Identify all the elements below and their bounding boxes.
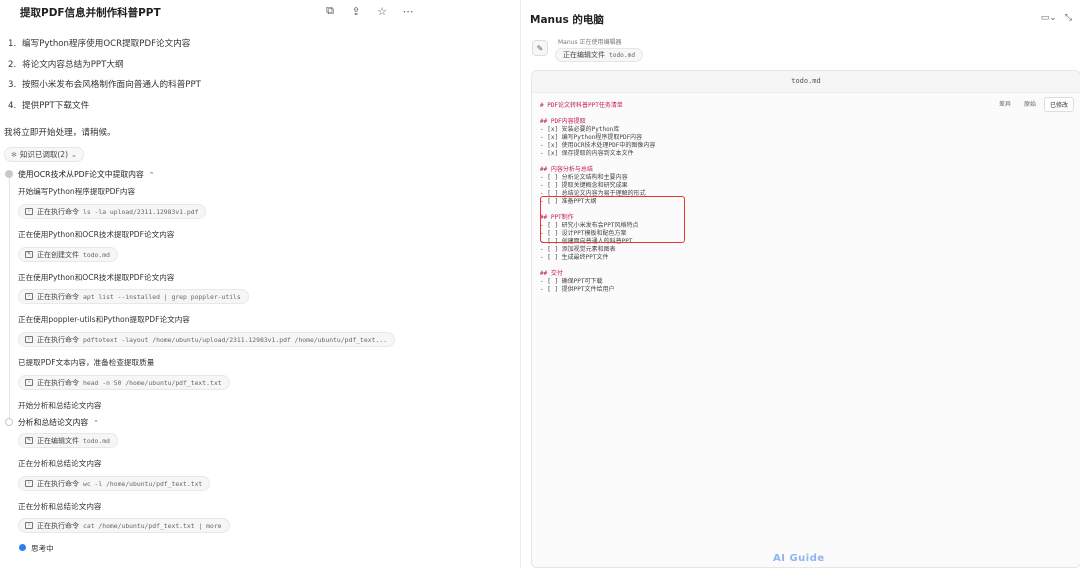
step-done-icon (5, 170, 13, 178)
plan-step: 4. 提供PPT下载文件 (8, 100, 90, 111)
agent-status: Manus 正在使用编辑器 (558, 39, 622, 46)
section-header-extract[interactable]: 使用OCR技术从PDF论文中提取内容 ⌃ (18, 169, 155, 180)
share-icon[interactable]: ⇪ (349, 4, 363, 18)
editor-filename: todo.md (532, 71, 1080, 93)
command-chip[interactable]: › 正在执行命令 apt list --installed | grep poppl… (18, 289, 249, 304)
log-text: 正在分析和总结论文内容 (18, 502, 102, 511)
assistant-message: 我将立即开始处理，请稍候。 (4, 128, 116, 138)
tab-modified[interactable]: 已修改 (1043, 97, 1074, 112)
task-header: 提取PDF信息并制作科普PPT ⧉ ⇪ ☆ ⋯ (20, 4, 415, 19)
view-mode-tabs: 差异 原始 已修改 (994, 97, 1074, 112)
terminal-icon: › (25, 208, 33, 215)
terminal-icon: › (25, 522, 33, 529)
terminal-icon: › (25, 293, 33, 300)
markdown-line: - [ ] 生成最终PPT文件 (540, 254, 609, 261)
timeline-connector (9, 178, 10, 418)
collapse-icon[interactable]: ⤡ (1065, 13, 1072, 23)
computer-pane: Manus 的电脑 ▭⌄ ⤡ ✎ Manus 正在使用编辑器 正在编辑文件 to… (520, 0, 1080, 568)
edit-icon: ✎ (25, 251, 33, 258)
agent-action-chip: 正在编辑文件 todo.md (555, 48, 644, 62)
plan-step: 1. 编写Python程序使用OCR提取PDF论文内容 (8, 39, 191, 49)
markdown-line: - [x] 保存提取的内容到文本文件 (540, 150, 634, 157)
task-title: 提取PDF信息并制作科普PPT (20, 6, 161, 19)
log-text: 开始编写Python程序提取PDF内容 (18, 187, 136, 196)
file-editor: todo.md 差异 原始 已修改 # PDF论文转科普PPT任务清单 ## PD… (531, 70, 1080, 568)
file-chip[interactable]: ✎ 正在创建文件 todo.md (18, 247, 118, 262)
plan-step: 2. 将论文内容总结为PPT大纲 (8, 59, 124, 70)
step-pending-icon (5, 418, 13, 426)
terminal-icon: › (25, 480, 33, 487)
edit-icon: ✎ (25, 437, 33, 444)
markdown-line: - [ ] 提供PPT文件给用户 (540, 286, 615, 293)
log-text: 正在使用Python和OCR技术提取PDF论文内容 (18, 273, 175, 282)
bulb-icon: ✻ (11, 150, 17, 159)
section-header-analyze[interactable]: 分析和总结论文内容 ⌃ (18, 417, 99, 428)
log-text: 开始分析和总结论文内容 (18, 401, 102, 410)
command-chip[interactable]: › 正在执行命令 head -n 50 /home/ubuntu/pdf_text.… (18, 375, 230, 390)
computer-actions: ▭⌄ ⤡ (1041, 13, 1072, 23)
log-text: 正在使用poppler-utils和Python提取PDF论文内容 (18, 315, 190, 324)
tab-diff[interactable]: 差异 (994, 97, 1016, 112)
log-text: 正在分析和总结论文内容 (18, 459, 102, 468)
chevron-down-icon: ⌄ (71, 150, 77, 159)
computer-title: Manus 的电脑 (530, 14, 604, 26)
command-chip[interactable]: › 正在执行命令 ls -la upload/2311.12983v1.pdf (18, 204, 207, 219)
monitor-icon[interactable]: ▭⌄ (1041, 13, 1057, 23)
command-chip[interactable]: › 正在执行命令 wc -l /home/ubuntu/pdf_text.txt (18, 476, 211, 491)
thinking-status: 思考中 (31, 544, 54, 553)
tab-original[interactable]: 原始 (1019, 97, 1041, 112)
log-text: 正在使用Python和OCR技术提取PDF论文内容 (18, 230, 175, 239)
thinking-indicator-icon (19, 544, 26, 551)
terminal-icon: › (25, 336, 33, 343)
chevron-up-icon: ⌃ (148, 170, 155, 179)
plan-step: 3. 按照小米发布会风格制作面向普通人的科普PPT (8, 80, 201, 90)
markdown-line: # PDF论文转科普PPT任务清单 (540, 102, 623, 109)
file-chip[interactable]: ✎ 正在编辑文件 todo.md (18, 433, 118, 448)
highlight-box (540, 196, 685, 243)
more-icon[interactable]: ⋯ (401, 4, 415, 18)
terminal-icon: › (25, 379, 33, 386)
star-icon[interactable]: ☆ (375, 4, 389, 18)
editor-icon: ✎ (532, 40, 548, 56)
plan-list: 1. 编写Python程序使用OCR提取PDF论文内容 2. 将论文内容总结为PPT… (8, 38, 201, 120)
command-chip[interactable]: › 正在执行命令 cat /home/ubuntu/pdf_text.txt | m… (18, 518, 230, 533)
command-chip[interactable]: › 正在执行命令 pdftotext -layout /home/ubuntu/up… (18, 332, 395, 347)
watermark-text: AI Guide (773, 553, 825, 564)
chevron-up-icon: ⌃ (93, 418, 100, 427)
header-actions: ⧉ ⇪ ☆ ⋯ (323, 4, 415, 18)
log-text: 已提取PDF文本内容，准备检查提取质量 (18, 358, 155, 367)
knowledge-badge[interactable]: ✻ 知识已调取(2) ⌄ (4, 147, 84, 162)
copy-icon[interactable]: ⧉ (323, 4, 337, 18)
chat-pane: 提取PDF信息并制作科普PPT ⧉ ⇪ ☆ ⋯ 1. 编写Python程序使用OC… (0, 0, 520, 568)
